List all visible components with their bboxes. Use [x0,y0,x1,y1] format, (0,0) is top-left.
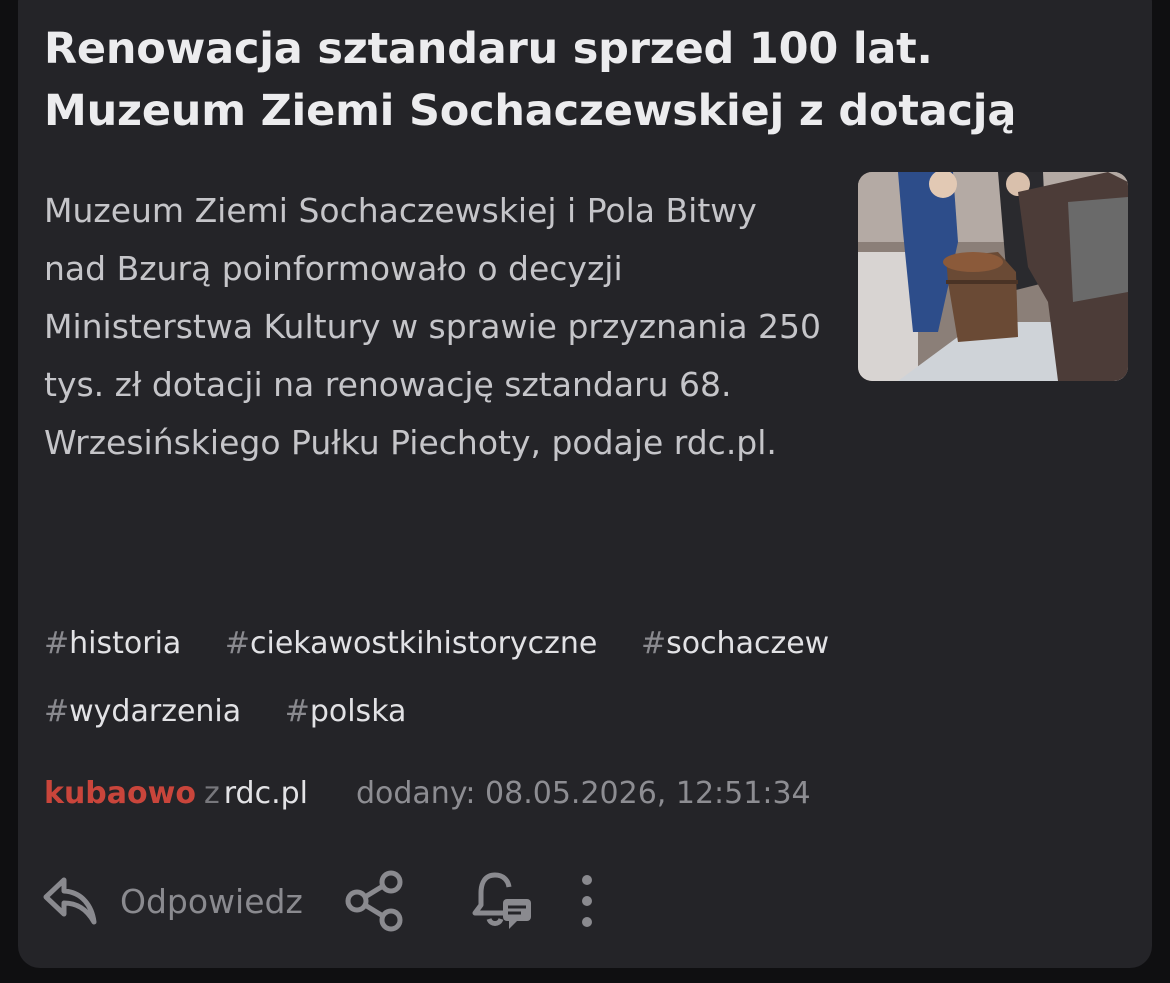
share-icon[interactable] [345,870,407,932]
tag-hash: # [640,626,667,661]
tag-hash: # [44,694,70,729]
tag-sochaczew[interactable]: #sochaczew [641,610,829,678]
from-word: z [203,776,220,811]
post-meta: kubaowo z rdc.pl dodany: 08.05.2026, 12:51:… [44,774,811,814]
post-thumbnail[interactable] [858,172,1128,381]
reply-button[interactable]: Odpowiedz [42,872,303,930]
tag-label: wydarzenia [69,694,242,729]
action-bar: Odpowiedz [42,866,599,936]
reply-arrow-icon [42,872,100,930]
tag-polska[interactable]: #polska [285,678,407,746]
thumbnail-photo [858,172,1128,381]
more-vertical-icon[interactable] [575,871,599,931]
tag-label: polska [309,694,407,729]
source-link[interactable]: rdc.pl [224,776,308,811]
tag-hash: # [44,626,70,661]
reply-label: Odpowiedz [120,881,303,921]
bell-comment-icon[interactable] [469,869,533,933]
added-date: dodany: 08.05.2026, 12:51:34 [355,776,811,811]
tag-ciekawostkihistoryczne[interactable]: #ciekawostkihistoryczne [225,610,598,678]
tag-historia[interactable]: #historia [44,610,181,678]
author-link[interactable]: kubaowo [44,776,196,811]
tag-label: historia [69,626,182,661]
tag-label: sochaczew [666,626,830,661]
tag-hash: # [224,626,250,661]
tag-wydarzenia[interactable]: #wydarzenia [44,678,241,746]
post-summary: Muzeum Ziemi Sochaczewskiej i Pola Bitwy… [44,191,822,462]
post-title[interactable]: Renowacja sztandaru sprzed 100 lat. Muze… [44,18,1134,142]
tag-list: #historia #ciekawostkihistoryczne #socha… [44,610,1044,746]
tag-label: ciekawostkihistoryczne [249,626,598,661]
post-card: Renowacja sztandaru sprzed 100 lat. Muze… [18,0,1152,968]
tag-hash: # [284,694,310,729]
